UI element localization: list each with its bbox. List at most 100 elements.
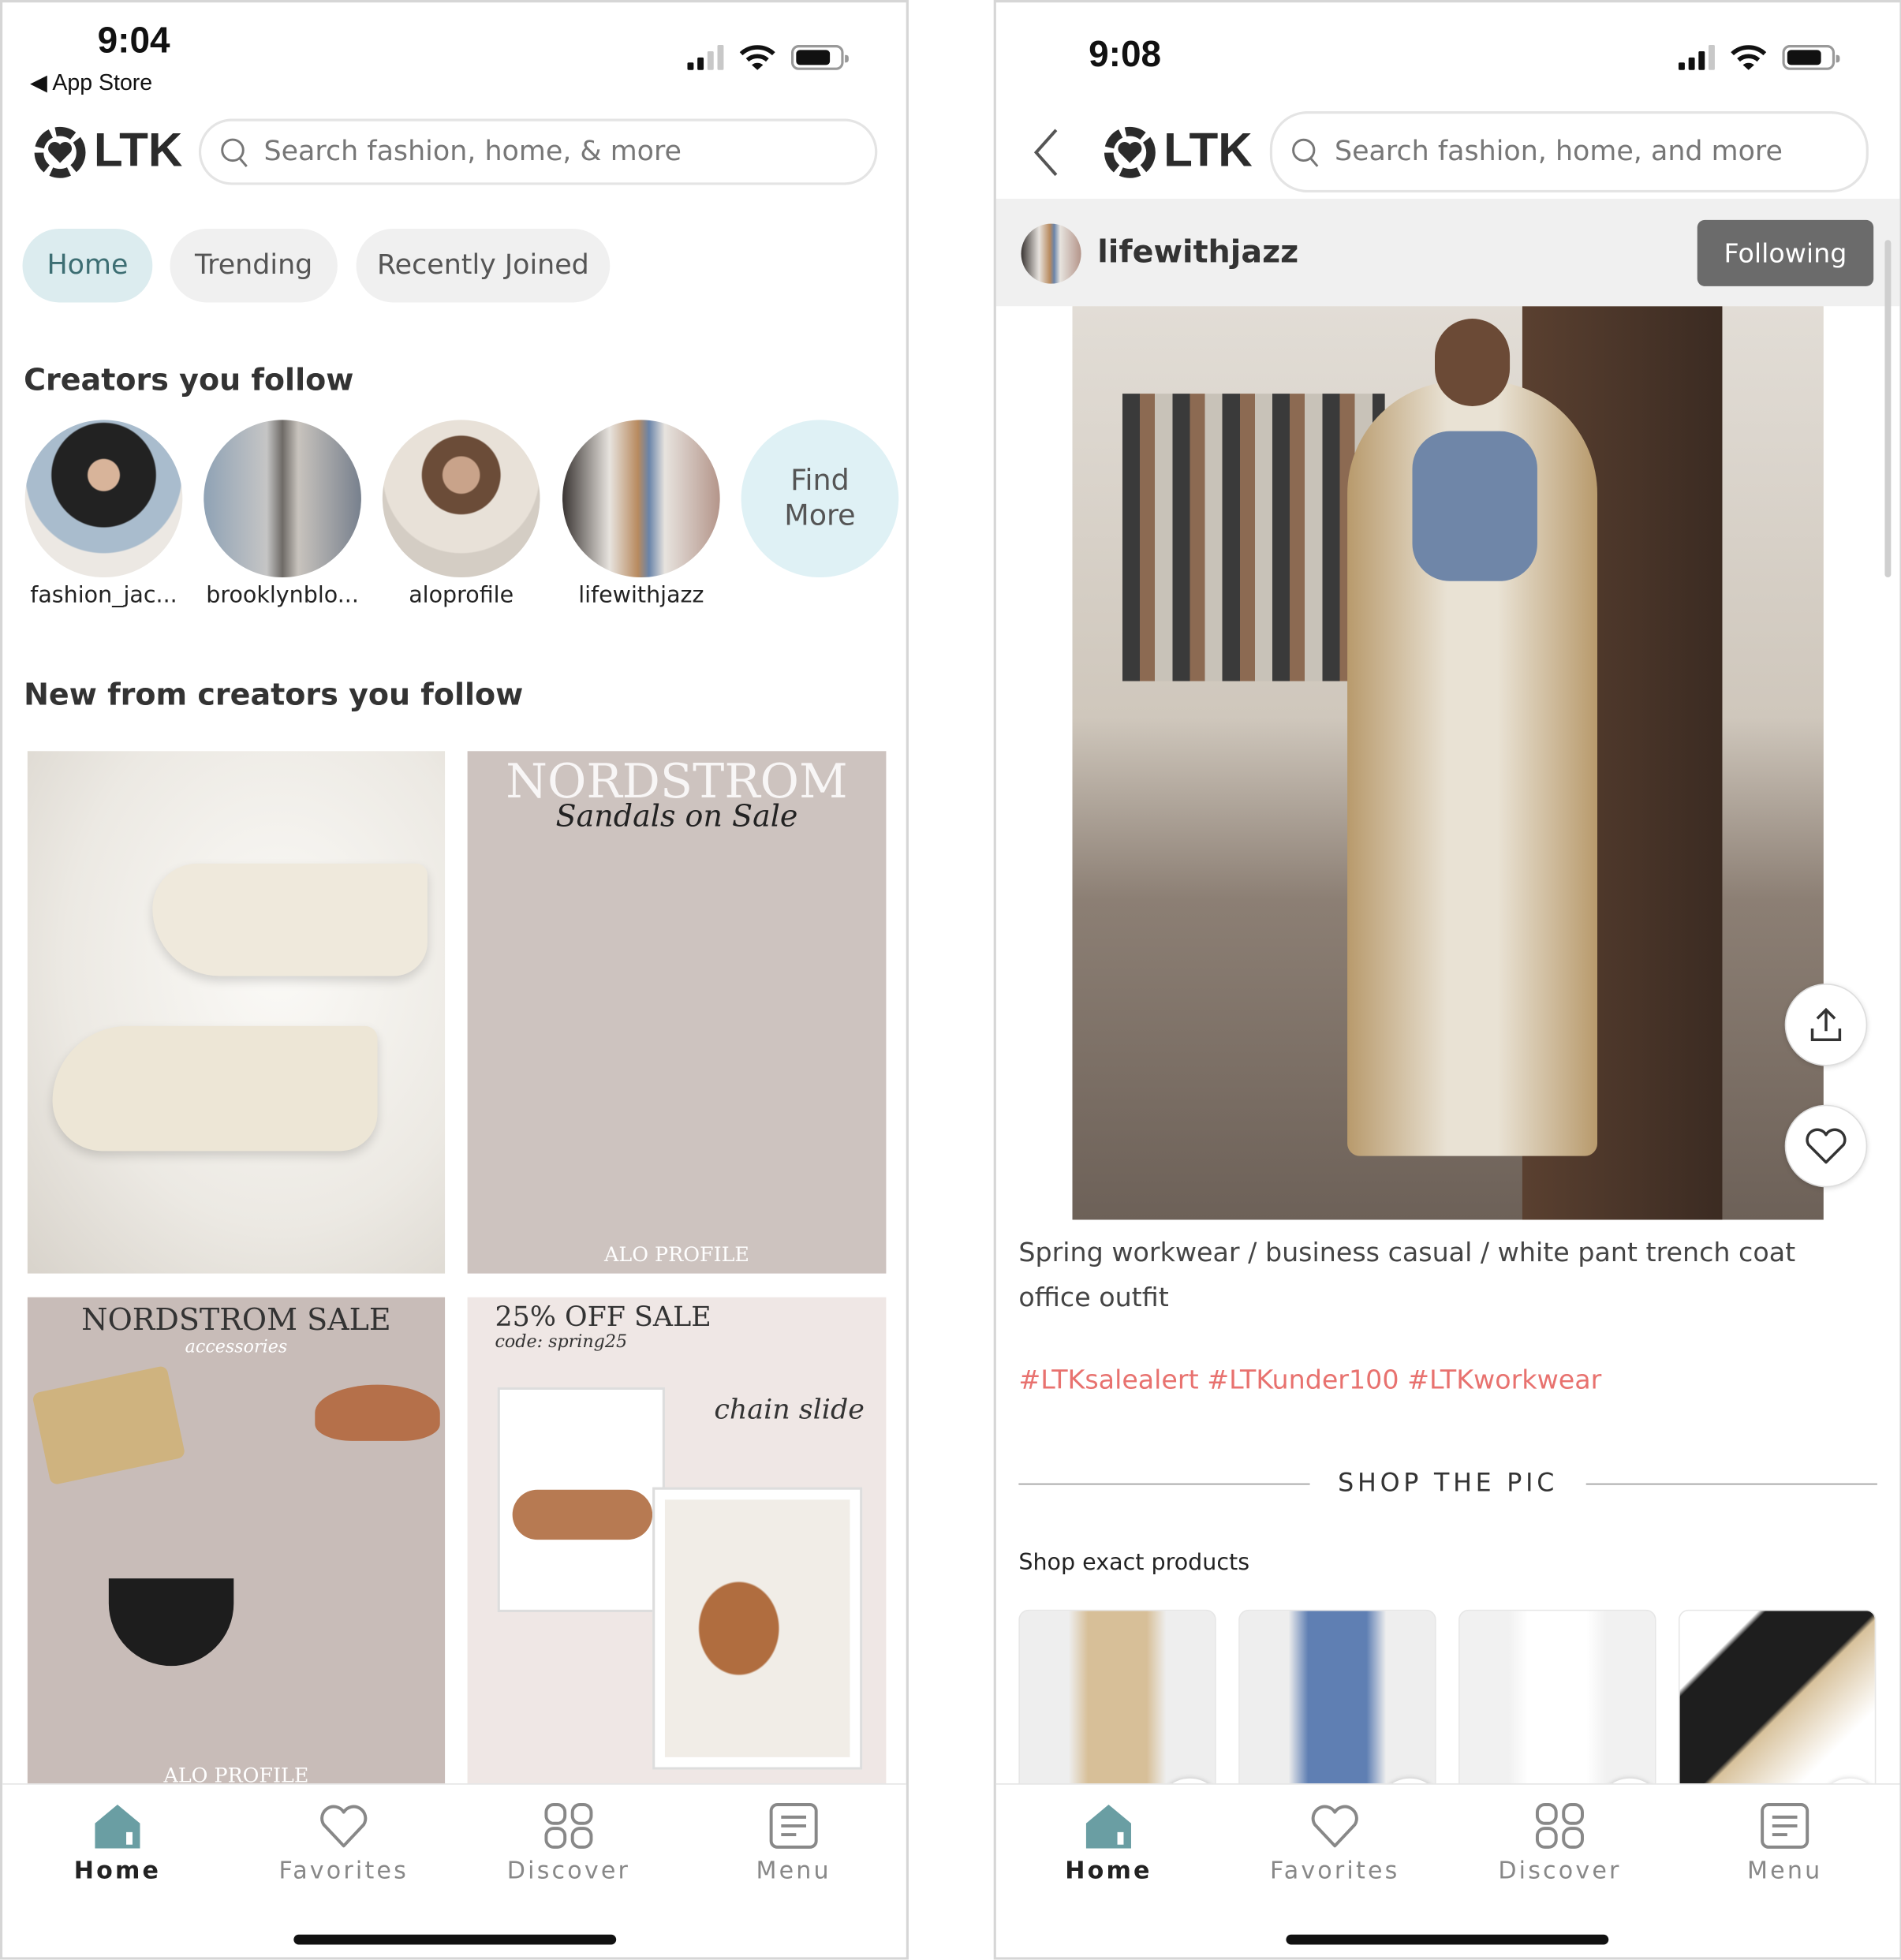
post-title: NORDSTROM SALE [81,1302,391,1338]
shop-subtitle: Shop exact products [1018,1549,1250,1577]
status-icons [687,43,849,71]
ltk-logo[interactable]: LTK [1104,125,1253,178]
search-icon [218,134,251,169]
divider [1018,1483,1310,1485]
following-button[interactable]: Following [1697,219,1874,286]
nav-home[interactable]: Home [1009,1802,1209,1885]
nav-label: Discover [506,1857,631,1885]
nav-discover[interactable]: Discover [1460,1802,1660,1885]
shoe-image [152,863,428,976]
scrollbar[interactable] [1884,240,1892,578]
grid-icon [1535,1803,1584,1849]
nav-label: Discover [1498,1857,1622,1885]
search-input[interactable] [263,136,876,168]
find-more-line2: More [784,499,856,532]
creator-name[interactable]: fashion_jac... [17,582,192,608]
heart-icon [320,1805,368,1848]
post-hashtags[interactable]: #LTKsalealert #LTKunder100 #LTKworkwear [1018,1365,1601,1394]
post-title: 25% OFF SALE [495,1302,711,1334]
post-tile[interactable] [27,751,446,1274]
home-indicator [293,1934,617,1945]
bottom-nav: Home Favorites Discover Menu [2,1783,906,1958]
creator-avatar[interactable] [24,420,183,578]
creator-avatar[interactable] [204,420,361,578]
product-card[interactable] [1678,1609,1877,1810]
tab-trending[interactable]: Trending [170,228,338,303]
nav-label: Menu [756,1857,831,1885]
nav-menu[interactable]: Menu [1685,1802,1885,1884]
signal-icon [687,45,724,70]
sandal-image [497,1387,665,1613]
nav-menu[interactable]: Menu [693,1802,894,1885]
back-to-app-store[interactable]: ◀ App Store [30,70,152,96]
wifi-icon [738,43,776,71]
heart-icon [1311,1805,1358,1848]
home-icon [95,1805,140,1849]
grid-icon [544,1803,593,1849]
bag-image [108,1578,234,1667]
tab-recently-joined[interactable]: Recently Joined [356,228,611,303]
search-input[interactable] [1334,136,1866,168]
find-more-line1: Find [790,465,850,498]
post-tile[interactable]: NORDSTROM Sandals on Sale ALO PROFILE [467,751,887,1274]
creator-name[interactable]: lifewithjazz [1097,233,1298,270]
status-time: 9:04 [97,21,170,62]
left-phone-screen: 9:04 ◀ App Store LTK Home Trending Recen… [0,0,909,1960]
product-card[interactable] [1238,1609,1436,1810]
creator-avatar[interactable] [1021,223,1081,284]
battery-icon [1782,45,1840,70]
favorite-button[interactable] [1784,1104,1868,1188]
post-tile[interactable]: 25% OFF SALE code: spring25 chain slide [467,1297,887,1798]
search-icon [1290,134,1322,169]
divider [1585,1483,1877,1485]
shoe-image [52,1025,378,1152]
wallet-image [32,1365,186,1486]
post-tile[interactable]: NORDSTROM SALE accessories ALO PROFILE [27,1297,446,1798]
creator-avatar[interactable] [382,420,540,578]
feed-section-title: New from creators you follow [24,677,524,713]
tab-home[interactable]: Home [22,228,153,303]
product-card[interactable] [1458,1609,1656,1810]
hat-image [315,1384,440,1441]
share-button[interactable] [1784,984,1868,1066]
heart-icon [1806,1128,1847,1164]
nav-label: Favorites [1269,1857,1400,1885]
nav-home[interactable]: Home [17,1802,218,1885]
post-caption: Spring workwear / business casual / whit… [1018,1237,1796,1312]
creators-section-title: Creators you follow [24,362,354,398]
sandal-photo [652,1487,863,1770]
ltk-logo-icon [1104,125,1156,178]
nav-favorites[interactable]: Favorites [1234,1802,1435,1885]
share-icon [1810,1007,1842,1042]
product-card[interactable] [1018,1609,1216,1810]
post-photo[interactable] [1072,306,1824,1220]
post-subtitle: accessories [185,1337,288,1357]
search-bar[interactable] [198,118,878,185]
nav-discover[interactable]: Discover [469,1802,669,1885]
nav-favorites[interactable]: Favorites [244,1802,444,1885]
logo-text: LTK [93,125,183,177]
creator-name[interactable]: brooklynblo... [195,582,370,608]
wifi-icon [1730,43,1768,71]
shop-the-pic-title: SHOP THE PIC [1338,1467,1559,1498]
find-more-button[interactable]: Find More [741,420,899,578]
nav-label: Home [73,1857,162,1885]
search-bar[interactable] [1269,111,1869,193]
status-icons [1678,43,1840,71]
nav-label: Favorites [278,1857,409,1885]
menu-icon [769,1803,818,1849]
creator-name[interactable]: aloprofile [374,582,549,608]
right-phone-screen: 9:08 LTK lifewithjazz Following Spring w… [993,0,1901,1960]
back-chevron-icon[interactable] [1031,128,1061,177]
nav-label: Home [1065,1857,1152,1885]
creator-name[interactable]: lifewithjazz [554,582,729,608]
post-subtitle: code: spring25 [495,1332,628,1353]
home-indicator [1286,1934,1609,1945]
post-tag: chain slide [714,1394,865,1426]
ltk-logo[interactable]: LTK [34,125,183,178]
creator-bar: lifewithjazz Following [995,198,1900,307]
creator-avatar[interactable] [562,420,720,578]
bottom-nav: Home Favorites Discover Menu [995,1783,1900,1958]
signal-icon [1678,45,1715,70]
logo-text: LTK [1163,125,1253,177]
